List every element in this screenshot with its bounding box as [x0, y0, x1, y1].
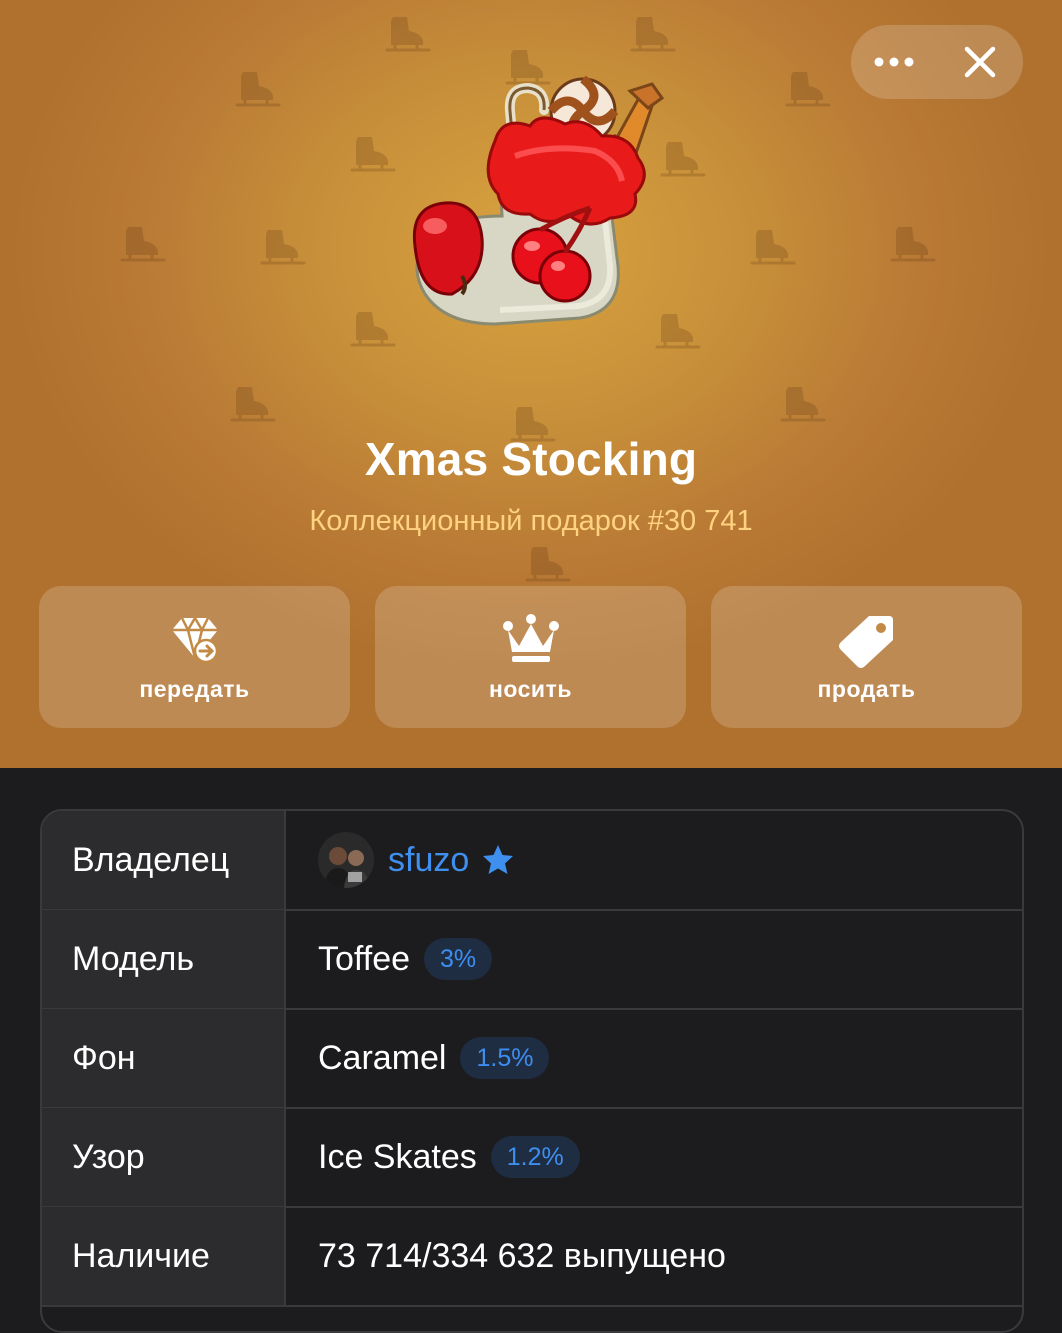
ice-skate-icon — [260, 230, 306, 265]
symbol-row: Узор Ice Skates 1.2% — [42, 1108, 1022, 1208]
backdrop-row: Фон Caramel 1.5% — [42, 1009, 1022, 1109]
model-value: Toffee — [318, 939, 411, 978]
wear-label: носить — [489, 676, 572, 702]
backdrop-value: Caramel — [318, 1038, 447, 1077]
ice-skate-icon — [785, 72, 831, 107]
header-controls — [851, 25, 1023, 99]
availability-value: 73 714/334 632 выпущено — [318, 1236, 726, 1275]
ice-skate-icon — [385, 17, 431, 52]
ice-skate-icon — [780, 387, 826, 422]
premium-star-icon — [481, 843, 515, 877]
availability-row: Наличие 73 714/334 632 выпущено — [42, 1207, 1022, 1307]
model-key: Модель — [42, 910, 286, 1008]
availability-key: Наличие — [42, 1207, 286, 1305]
symbol-rarity-badge: 1.2% — [490, 1136, 580, 1178]
ice-skate-icon — [525, 547, 571, 582]
backdrop-rarity-badge: 1.5% — [460, 1037, 550, 1079]
model-row: Модель Toffee 3% — [42, 910, 1022, 1010]
ice-skate-icon — [230, 387, 276, 422]
sell-label: продать — [817, 676, 916, 702]
gift-header: Xmas Stocking Коллекционный подарок #30 … — [0, 0, 1062, 768]
more-button[interactable] — [851, 25, 937, 99]
crown-icon — [502, 614, 559, 662]
gift-title: Xmas Stocking — [364, 433, 698, 485]
close-icon — [964, 46, 996, 78]
more-horizontal-icon — [874, 57, 914, 67]
transfer-button[interactable]: передать — [39, 586, 350, 728]
owner-avatar[interactable] — [318, 832, 374, 888]
price-tag-icon — [838, 616, 893, 668]
model-rarity-badge: 3% — [424, 938, 493, 980]
owner-name-link[interactable]: sfuzo — [388, 841, 469, 880]
ice-skate-icon — [890, 227, 936, 262]
xmas-stocking-image — [412, 75, 665, 326]
close-button[interactable] — [937, 25, 1023, 99]
gift-subtitle: Коллекционный подарок #30 741 — [309, 505, 753, 537]
owner-key: Владелец — [42, 811, 286, 909]
gift-details-table: Владелец sfuzo Модель Toffee 3% Фон Cara… — [40, 809, 1024, 1333]
owner-row: Владелец sfuzo — [42, 811, 1022, 911]
diamond-transfer-icon — [171, 615, 218, 664]
sell-button[interactable]: продать — [711, 586, 1022, 728]
symbol-value: Ice Skates — [318, 1137, 477, 1176]
ice-skate-icon — [235, 72, 281, 107]
transfer-label: передать — [139, 676, 250, 702]
backdrop-key: Фон — [42, 1009, 286, 1107]
ice-skate-icon — [750, 230, 796, 265]
wear-button[interactable]: носить — [375, 586, 686, 728]
ice-skate-icon — [630, 17, 676, 52]
symbol-key: Узор — [42, 1108, 286, 1206]
ice-skate-icon — [120, 227, 166, 262]
